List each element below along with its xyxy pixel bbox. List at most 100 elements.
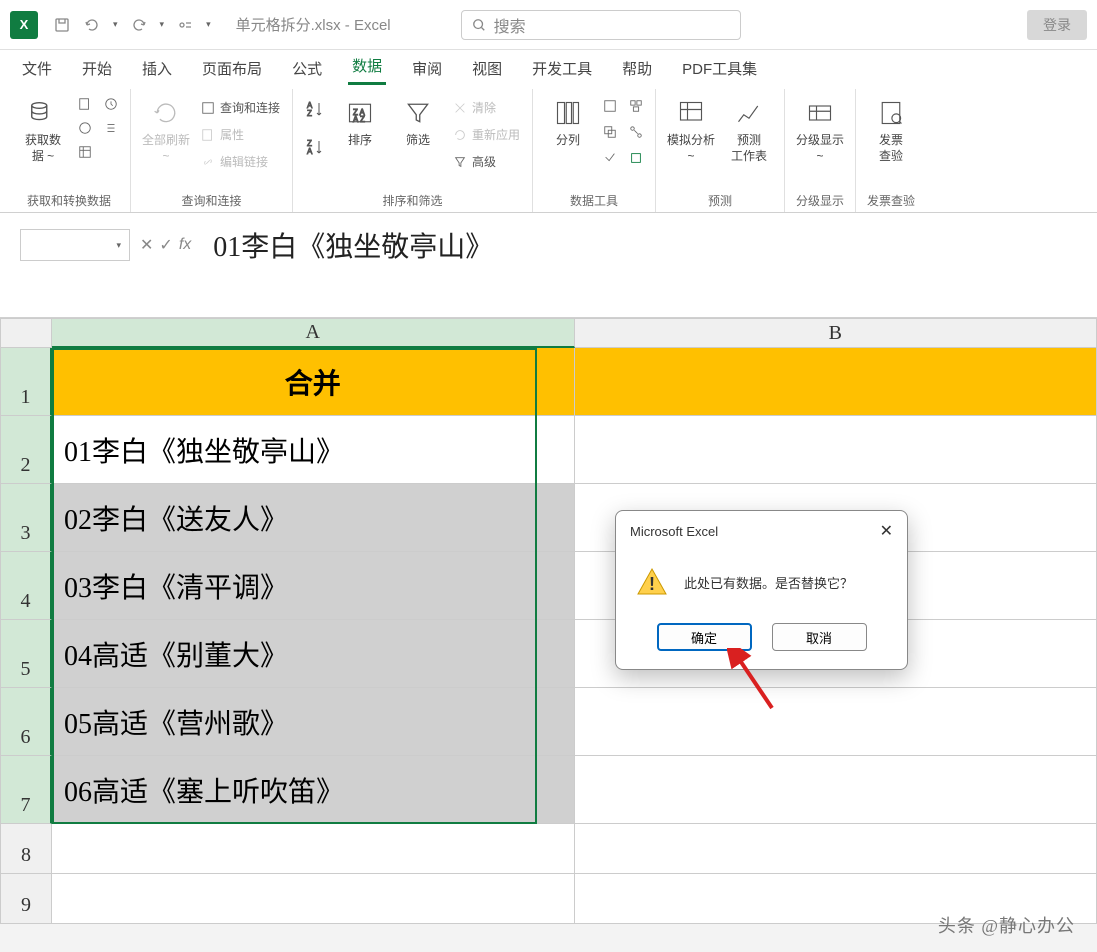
touch-mode-icon[interactable] — [176, 16, 194, 34]
title-bar: X ▾ ▾ ▾ 单元格拆分.xlsx - Excel 搜索 登录 — [0, 0, 1097, 50]
sort-icon: Z AA Z — [344, 97, 376, 129]
row-header[interactable]: 9 — [0, 874, 52, 924]
ok-button[interactable]: 确定 — [657, 623, 752, 651]
sort-button[interactable]: Z AA Z 排序 — [333, 93, 387, 153]
select-all-corner[interactable] — [0, 318, 52, 348]
ribbon-group-label: 排序和筛选 — [301, 189, 524, 212]
row-header[interactable]: 2 — [0, 416, 52, 484]
queries-connections-button[interactable]: 查询和连接 — [197, 97, 284, 118]
tab-page-layout[interactable]: 页面布局 — [198, 52, 266, 85]
cancel-button[interactable]: 取消 — [772, 623, 867, 651]
advanced-filter-button[interactable]: 高级 — [449, 151, 524, 172]
from-table-button[interactable] — [74, 143, 96, 161]
cell-b1[interactable] — [575, 348, 1097, 416]
undo-icon[interactable] — [83, 16, 101, 34]
invoice-check-button[interactable]: 发票 查验 — [864, 93, 918, 168]
ribbon-group-invoice: 发票 查验 发票查验 — [856, 89, 926, 212]
login-button[interactable]: 登录 — [1027, 10, 1087, 40]
row-header[interactable]: 7 — [0, 756, 52, 824]
search-input[interactable]: 搜索 — [461, 10, 741, 40]
data-model-button[interactable] — [625, 149, 647, 167]
search-icon — [472, 18, 486, 32]
tab-data[interactable]: 数据 — [348, 49, 386, 85]
cell-a4[interactable]: 03李白《清平调》 — [52, 552, 575, 620]
formula-input[interactable]: 01李白《独坐敬亭山》 — [201, 225, 1077, 265]
close-icon[interactable]: ✕ — [880, 521, 893, 541]
spreadsheet-grid: A B 1 合并 201李白《独坐敬亭山》 302李白《送友人》 403李白《清… — [0, 318, 1097, 924]
cell-a7[interactable]: 06高适《塞上听吹笛》 — [52, 756, 575, 824]
tab-file[interactable]: 文件 — [18, 52, 56, 85]
recent-sources-button[interactable] — [100, 95, 122, 113]
ribbon: 获取数 据 ~ 获取和转换数据 全部刷新 ~ 查询和连接 属性 编辑链接 — [0, 85, 1097, 213]
save-icon[interactable] — [53, 16, 71, 34]
existing-connections-button[interactable] — [100, 119, 122, 137]
cell-a8[interactable] — [52, 824, 575, 874]
redo-icon[interactable] — [130, 16, 148, 34]
row-header[interactable]: 3 — [0, 484, 52, 552]
confirm-formula-icon[interactable]: ✓ — [159, 235, 172, 255]
qat-customize-icon[interactable]: ▾ — [206, 19, 211, 30]
watermark: 头条 @静心办公 — [938, 912, 1075, 938]
from-web-button[interactable] — [74, 119, 96, 137]
column-header-a[interactable]: A — [52, 318, 575, 348]
what-if-analysis-button[interactable]: 模拟分析 ~ — [664, 93, 718, 168]
cell-b2[interactable] — [575, 416, 1097, 484]
get-data-button[interactable]: 获取数 据 ~ — [16, 93, 70, 168]
tab-pdf[interactable]: PDF工具集 — [678, 52, 761, 85]
cell-a3[interactable]: 02李白《送友人》 — [52, 484, 575, 552]
cell-a2[interactable]: 01李白《独坐敬亭山》 — [52, 416, 575, 484]
search-placeholder: 搜索 — [494, 13, 526, 37]
row-header[interactable]: 6 — [0, 688, 52, 756]
sort-desc-button[interactable]: ZA — [301, 135, 329, 159]
clear-filter-button: 清除 — [449, 97, 524, 118]
outline-button[interactable]: 分级显示 ~ — [793, 93, 847, 168]
relationships-button[interactable] — [625, 123, 647, 141]
text-to-columns-button[interactable]: 分列 — [541, 93, 595, 153]
tab-insert[interactable]: 插入 — [138, 52, 176, 85]
from-text-csv-button[interactable] — [74, 95, 96, 113]
row-header[interactable]: 5 — [0, 620, 52, 688]
consolidate-button[interactable] — [625, 97, 647, 115]
document-title: 单元格拆分.xlsx - Excel — [236, 14, 391, 35]
tab-home[interactable]: 开始 — [78, 52, 116, 85]
fx-icon[interactable]: fx — [179, 236, 191, 254]
ribbon-group-data-tools: 分列 数据工具 — [533, 89, 656, 212]
svg-text:!: ! — [649, 574, 655, 594]
sort-asc-button[interactable]: AZ — [301, 97, 329, 121]
name-box[interactable]: ▾ — [20, 229, 130, 261]
refresh-all-button: 全部刷新 ~ — [139, 93, 193, 168]
ribbon-group-label: 查询和连接 — [139, 189, 284, 212]
ribbon-group-forecast: 模拟分析 ~ 预测 工作表 预测 — [656, 89, 785, 212]
flash-fill-button[interactable] — [599, 97, 621, 115]
row-header[interactable]: 8 — [0, 824, 52, 874]
tab-developer[interactable]: 开发工具 — [528, 52, 596, 85]
cell-b8[interactable] — [575, 824, 1097, 874]
forecast-icon — [733, 97, 765, 129]
chevron-down-icon[interactable]: ▾ — [116, 240, 121, 251]
redo-dropdown-icon[interactable]: ▾ — [160, 19, 165, 30]
tab-review[interactable]: 审阅 — [408, 52, 446, 85]
tab-view[interactable]: 视图 — [468, 52, 506, 85]
cell-a1[interactable]: 合并 — [52, 348, 575, 416]
cell-a5[interactable]: 04高适《别董大》 — [52, 620, 575, 688]
tab-formulas[interactable]: 公式 — [288, 52, 326, 85]
row-header[interactable]: 1 — [0, 348, 52, 416]
columns-icon — [552, 97, 584, 129]
filter-button[interactable]: 筛选 — [391, 93, 445, 153]
confirm-dialog: Microsoft Excel ✕ ! 此处已有数据。是否替换它？ 确定 取消 — [615, 510, 908, 670]
svg-text:A: A — [307, 147, 313, 156]
cell-b6[interactable] — [575, 688, 1097, 756]
remove-duplicates-button[interactable] — [599, 123, 621, 141]
ribbon-tabs: 文件 开始 插入 页面布局 公式 数据 审阅 视图 开发工具 帮助 PDF工具集 — [0, 50, 1097, 85]
forecast-sheet-button[interactable]: 预测 工作表 — [722, 93, 776, 168]
column-header-b[interactable]: B — [575, 318, 1097, 348]
tab-help[interactable]: 帮助 — [618, 52, 656, 85]
cancel-formula-icon[interactable]: ✕ — [140, 235, 153, 255]
cell-b7[interactable] — [575, 756, 1097, 824]
cell-a6[interactable]: 05高适《营州歌》 — [52, 688, 575, 756]
filter-icon — [402, 97, 434, 129]
row-header[interactable]: 4 — [0, 552, 52, 620]
data-validation-button[interactable] — [599, 149, 621, 167]
undo-dropdown-icon[interactable]: ▾ — [113, 19, 118, 30]
cell-a9[interactable] — [52, 874, 575, 924]
